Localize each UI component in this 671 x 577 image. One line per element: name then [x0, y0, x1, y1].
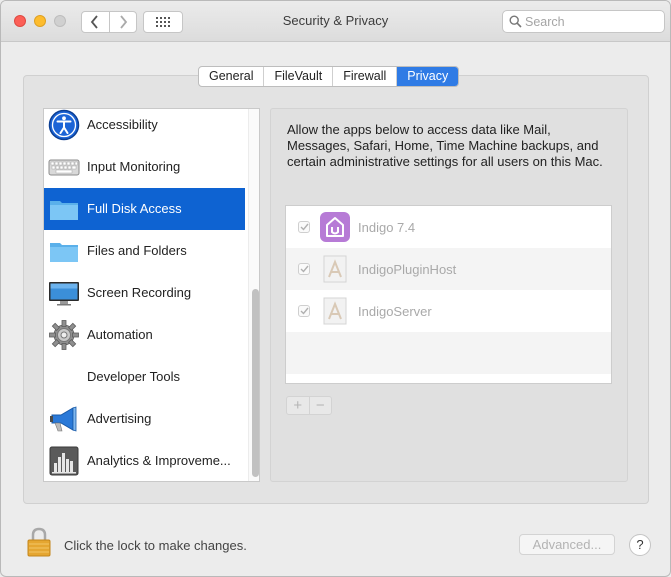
folder-icon: [50, 243, 78, 262]
lock-message: Click the lock to make changes.: [64, 538, 247, 553]
checkmark-icon: [300, 307, 309, 315]
privacy-category-list: Accessibility Input Monitoring Full Disk…: [43, 108, 260, 482]
sidebar-item-screen-recording[interactable]: Screen Recording: [44, 272, 245, 314]
empty-row: [286, 332, 611, 374]
tab-privacy[interactable]: Privacy: [397, 67, 459, 86]
title-bar: Security & Privacy: [1, 1, 670, 42]
gear-icon: [49, 320, 79, 350]
sidebar-item-label: Automation: [87, 327, 153, 342]
security-privacy-window: Security & Privacy General FileVault Fir…: [0, 0, 671, 577]
sidebar-item-label: Full Disk Access: [87, 201, 182, 216]
sidebar-item-accessibility[interactable]: Accessibility: [44, 109, 245, 146]
sidebar-item-label: Analytics & Improveme...: [87, 453, 231, 468]
lock-icon[interactable]: [27, 527, 51, 557]
full-disk-access-description: Allow the apps below to access data like…: [287, 122, 603, 169]
sidebar-scrollbar[interactable]: [248, 109, 259, 481]
accessibility-icon: [48, 109, 80, 141]
sidebar-item-label: Developer Tools: [87, 369, 180, 384]
keyboard-icon: [48, 159, 80, 176]
app-name: Indigo 7.4: [358, 220, 416, 235]
app-row-indigoServer[interactable]: IndigoServer: [286, 290, 611, 332]
app-generic-icon: [323, 255, 347, 283]
app-generic-icon: [323, 297, 347, 325]
app-checkbox[interactable]: [298, 221, 310, 233]
indigo-home-icon: [320, 212, 350, 242]
app-name: IndigoServer: [358, 304, 432, 319]
folder-icon: [50, 201, 78, 220]
sidebar-item-label: Accessibility: [87, 117, 158, 132]
add-app-button[interactable]: +: [287, 397, 309, 414]
tab-general[interactable]: General: [199, 67, 265, 86]
search-field[interactable]: [502, 10, 665, 33]
sidebar-item-developer-tools[interactable]: Developer Tools: [44, 356, 245, 398]
search-icon: [509, 15, 522, 28]
add-remove-buttons: + −: [286, 396, 332, 415]
tab-filevault[interactable]: FileVault: [264, 67, 334, 86]
app-list: Indigo 7.4 IndigoPluginHost IndigoServer: [285, 205, 612, 384]
sidebar-item-label: Input Monitoring: [87, 159, 181, 174]
sidebar-item-label: Advertising: [87, 411, 152, 426]
app-name: IndigoPluginHost: [358, 262, 457, 277]
app-row-indigoPluginHost[interactable]: IndigoPluginHost: [286, 248, 611, 290]
app-checkbox[interactable]: [298, 263, 310, 275]
scrollbar-thumb[interactable]: [252, 289, 259, 477]
sidebar-item-input-monitoring[interactable]: Input Monitoring: [44, 146, 245, 188]
tab-firewall[interactable]: Firewall: [333, 67, 398, 86]
app-checkbox[interactable]: [298, 305, 310, 317]
analytics-icon: [49, 446, 79, 476]
remove-app-button[interactable]: −: [308, 397, 332, 414]
sidebar-item-advertising[interactable]: Advertising: [44, 398, 245, 440]
sidebar-item-label: Files and Folders: [87, 243, 187, 258]
advanced-button[interactable]: Advanced...: [519, 534, 615, 555]
sidebar-item-full-disk-access[interactable]: Full Disk Access: [44, 188, 245, 230]
app-row-indigo[interactable]: Indigo 7.4: [286, 206, 611, 248]
display-icon: [49, 282, 79, 306]
checkmark-icon: [300, 223, 309, 231]
sidebar-item-automation[interactable]: Automation: [44, 314, 245, 356]
search-input[interactable]: [525, 13, 659, 30]
checkmark-icon: [300, 265, 309, 273]
sidebar-item-label: Screen Recording: [87, 285, 192, 300]
megaphone-icon: [50, 406, 77, 432]
help-button[interactable]: ?: [629, 534, 651, 556]
sidebar-item-files-and-folders[interactable]: Files and Folders: [44, 230, 245, 272]
tab-bar: General FileVault Firewall Privacy: [198, 66, 460, 87]
sidebar-item-analytics[interactable]: Analytics & Improveme...: [44, 440, 245, 481]
